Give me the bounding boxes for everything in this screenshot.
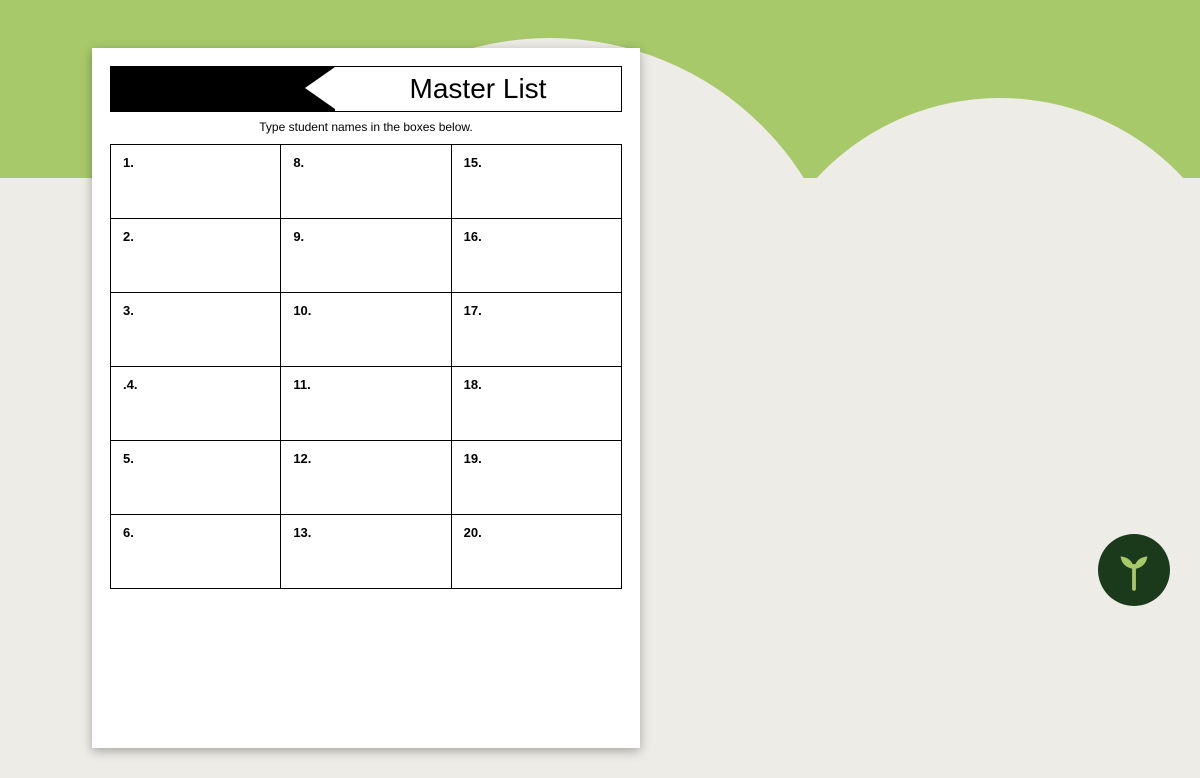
table-row: 3. 10. 17. [111,293,621,367]
table-row: 6. 13. 20. [111,515,621,589]
cell-label[interactable]: 2. [111,219,281,292]
cell-label[interactable]: 10. [281,293,451,366]
table-row: 1. 8. 15. [111,145,621,219]
cell-label[interactable]: 19. [452,441,621,514]
student-grid: 1. 8. 15. 2. 9. 16. 3. 10. 17. .4. 11. 1… [110,144,622,589]
arrow-left-icon [305,67,335,109]
cell-label[interactable]: 8. [281,145,451,218]
cell-label[interactable]: 18. [452,367,621,440]
page-title-container: Master List [335,67,621,111]
cell-label[interactable]: 20. [452,515,621,588]
cell-label[interactable]: 6. [111,515,281,588]
brand-badge [1098,534,1170,606]
page-title: Master List [410,73,547,105]
cell-label[interactable]: 17. [452,293,621,366]
cell-label[interactable]: 16. [452,219,621,292]
cell-label[interactable]: 11. [281,367,451,440]
header: Master List [110,66,622,112]
table-row: .4. 11. 18. [111,367,621,441]
sprout-icon [1113,549,1155,591]
table-row: 2. 9. 16. [111,219,621,293]
cell-label[interactable]: 5. [111,441,281,514]
cell-label[interactable]: 12. [281,441,451,514]
cell-label[interactable]: 15. [452,145,621,218]
worksheet-page: Master List Type student names in the bo… [92,48,640,748]
cell-label[interactable]: 13. [281,515,451,588]
cell-label[interactable]: 3. [111,293,281,366]
cell-label[interactable]: 9. [281,219,451,292]
header-accent [111,67,335,111]
instruction-text: Type student names in the boxes below. [110,120,622,134]
cell-label[interactable]: .4. [111,367,281,440]
table-row: 5. 12. 19. [111,441,621,515]
cell-label[interactable]: 1. [111,145,281,218]
